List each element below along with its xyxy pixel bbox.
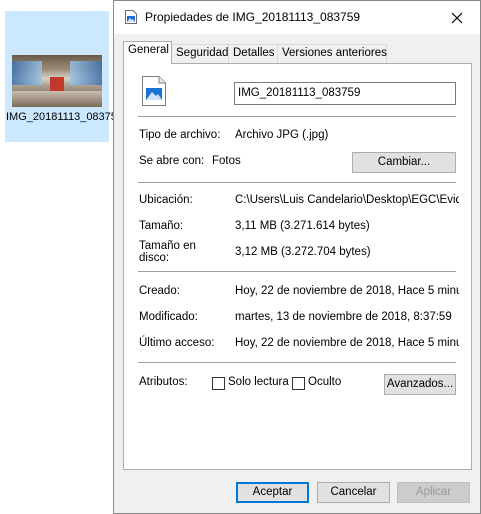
attributes-label: Atributos: [139, 376, 188, 388]
read-only-checkbox[interactable] [212, 377, 225, 390]
size-on-disk-label: Tamaño en disco: [139, 240, 196, 264]
ok-button[interactable]: Aceptar [236, 482, 309, 503]
cancel-button[interactable]: Cancelar [317, 482, 390, 503]
opens-with-value: Fotos [212, 155, 241, 167]
separator [138, 116, 456, 117]
accessed-value: Hoy, 22 de noviembre de 2018, Hace 5 min… [235, 337, 459, 349]
location-value[interactable]: C:\Users\Luis Candelario\Desktop\EGC\Evi… [235, 194, 459, 206]
file-type-value: Archivo JPG (.jpg) [235, 129, 329, 141]
separator [138, 271, 456, 272]
desktop-file-item[interactable]: IMG_20181113_083759 [5, 11, 124, 142]
file-thumbnail [12, 55, 102, 107]
desktop-file-label: IMG_20181113_083759 [6, 111, 124, 123]
file-name-input[interactable]: IMG_20181113_083759 [234, 82, 456, 105]
tab-details[interactable]: Detalles [228, 44, 278, 63]
change-app-button[interactable]: Cambiar... [352, 152, 456, 173]
properties-dialog: Propiedades de IMG_20181113_083759 Gener… [113, 0, 481, 514]
created-label: Creado: [139, 285, 180, 297]
size-label: Tamaño: [139, 220, 184, 232]
hidden-label[interactable]: Oculto [308, 376, 341, 388]
close-button[interactable] [434, 1, 480, 34]
title-bar[interactable]: Propiedades de IMG_20181113_083759 [114, 1, 480, 34]
created-value: Hoy, 22 de noviembre de 2018, Hace 5 min… [235, 285, 459, 297]
size-value: 3,11 MB (3.271.614 bytes) [235, 220, 370, 232]
tab-general[interactable]: General [123, 41, 172, 64]
opens-with-label: Se abre con: [139, 155, 205, 167]
modified-value: martes, 13 de noviembre de 2018, 8:37:59 [235, 311, 452, 323]
read-only-label[interactable]: Solo lectura [228, 376, 289, 388]
close-icon [451, 12, 463, 23]
accessed-label: Último acceso: [139, 337, 215, 349]
tab-previous-versions[interactable]: Versiones anteriores [277, 44, 387, 63]
location-label: Ubicación: [139, 194, 193, 206]
size-on-disk-value: 3,12 MB (3.272.704 bytes) [235, 246, 371, 258]
file-type-label: Tipo de archivo: [139, 129, 221, 141]
hidden-checkbox[interactable] [292, 377, 305, 390]
image-file-icon [125, 10, 137, 24]
apply-button[interactable]: Aplicar [397, 482, 470, 503]
advanced-button[interactable]: Avanzados... [384, 374, 456, 395]
jpg-file-icon [142, 76, 166, 106]
separator [138, 182, 456, 183]
separator [138, 362, 456, 363]
tab-security[interactable]: Seguridad [171, 44, 229, 63]
dialog-title: Propiedades de IMG_20181113_083759 [145, 10, 361, 24]
modified-label: Modificado: [139, 311, 198, 323]
general-panel: IMG_20181113_083759 Tipo de archivo: Arc… [123, 63, 472, 470]
